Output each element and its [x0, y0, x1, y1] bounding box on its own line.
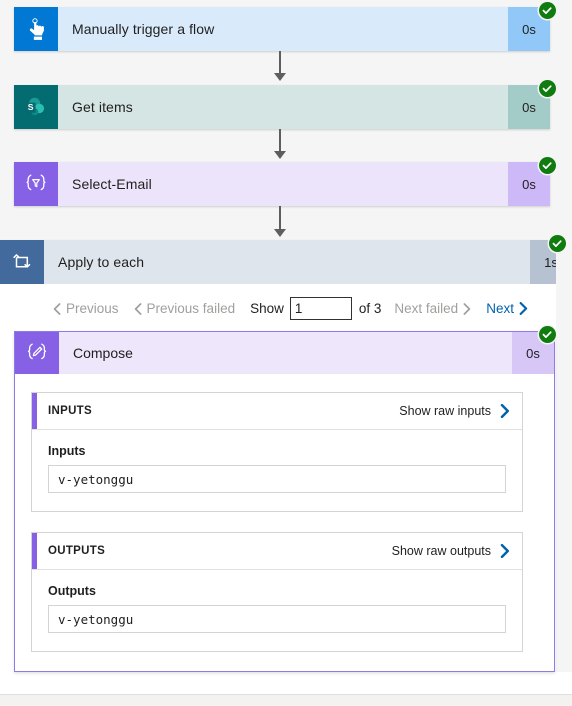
next-label: Next — [486, 301, 514, 316]
next-button[interactable]: Next — [486, 301, 528, 316]
page-total-label: of 3 — [358, 301, 382, 316]
flow-run-details-pane: Manually trigger a flow 0s S Get items 0… — [0, 0, 572, 706]
show-label: Show — [250, 301, 284, 316]
flow-step-apply-to-each[interactable]: Apply to each 1s — [0, 240, 572, 284]
flow-step-manual-trigger[interactable]: Manually trigger a flow 0s — [14, 7, 550, 51]
tap-hand-icon — [14, 7, 58, 51]
previous-label: Previous — [66, 301, 119, 316]
inputs-panel-body: Inputs v-yetonggu — [32, 430, 522, 511]
connector-arrow — [274, 151, 286, 159]
status-badge-success — [539, 80, 556, 97]
flow-step-title: Get items — [72, 99, 133, 115]
compose-header[interactable]: Compose 0s — [15, 332, 554, 374]
flow-step-compose: Compose 0s INPUTS Show raw inputs Inputs… — [14, 331, 555, 672]
page-number-input[interactable] — [289, 297, 352, 320]
previous-button[interactable]: Previous — [53, 301, 119, 316]
iteration-pagination: Previous Previous failed Show of 3 Next … — [53, 297, 543, 320]
status-badge-success — [539, 326, 556, 343]
outputs-header-label: OUTPUTS — [48, 545, 106, 557]
compose-title: Compose — [73, 345, 133, 361]
next-failed-button[interactable]: Next failed — [394, 301, 471, 316]
inputs-field-value[interactable]: v-yetonggu — [48, 465, 506, 493]
connector-arrow — [274, 73, 286, 81]
inputs-header-label: INPUTS — [48, 405, 92, 417]
flow-step-select-email[interactable]: Select-Email 0s — [14, 162, 550, 206]
select-filter-icon — [14, 162, 58, 206]
pane-bottom-divider — [0, 672, 572, 695]
loop-icon — [0, 240, 44, 284]
show-raw-inputs-button[interactable]: Show raw inputs — [399, 404, 510, 418]
outputs-field-label: Outputs — [48, 584, 96, 598]
status-badge-success — [539, 157, 556, 174]
flow-step-title: Manually trigger a flow — [72, 21, 215, 37]
flow-step-title: Select-Email — [72, 176, 152, 192]
status-badge-success — [549, 235, 566, 252]
right-gutter — [556, 0, 572, 695]
flow-step-title: Apply to each — [58, 254, 145, 270]
connector-arrow — [274, 229, 286, 237]
outputs-panel-body: Outputs v-yetonggu — [32, 570, 522, 651]
chevron-right-icon — [500, 404, 510, 418]
status-badge-success — [539, 2, 556, 19]
compose-pencil-icon — [15, 332, 59, 374]
previous-failed-button[interactable]: Previous failed — [134, 301, 236, 316]
outputs-panel: OUTPUTS Show raw outputs Outputs v-yeton… — [31, 532, 523, 652]
connector-line — [279, 129, 281, 152]
show-raw-inputs-label: Show raw inputs — [399, 404, 491, 418]
chevron-right-icon — [500, 544, 510, 558]
show-raw-outputs-label: Show raw outputs — [391, 544, 491, 558]
outputs-field-value[interactable]: v-yetonggu — [48, 605, 506, 633]
next-failed-label: Next failed — [394, 301, 459, 316]
connector-line — [279, 51, 281, 74]
pane-bottom-filler — [0, 695, 572, 706]
svg-text:S: S — [28, 102, 34, 112]
sharepoint-icon: S — [14, 85, 58, 129]
flow-step-get-items[interactable]: S Get items 0s — [14, 85, 550, 129]
show-raw-outputs-button[interactable]: Show raw outputs — [392, 544, 510, 558]
inputs-panel-header: INPUTS Show raw inputs — [32, 393, 522, 430]
inputs-field-label: Inputs — [48, 444, 86, 458]
inputs-panel: INPUTS Show raw inputs Inputs v-yetonggu — [31, 392, 523, 512]
outputs-panel-header: OUTPUTS Show raw outputs — [32, 533, 522, 570]
previous-failed-label: Previous failed — [146, 301, 236, 316]
connector-line — [279, 206, 281, 230]
